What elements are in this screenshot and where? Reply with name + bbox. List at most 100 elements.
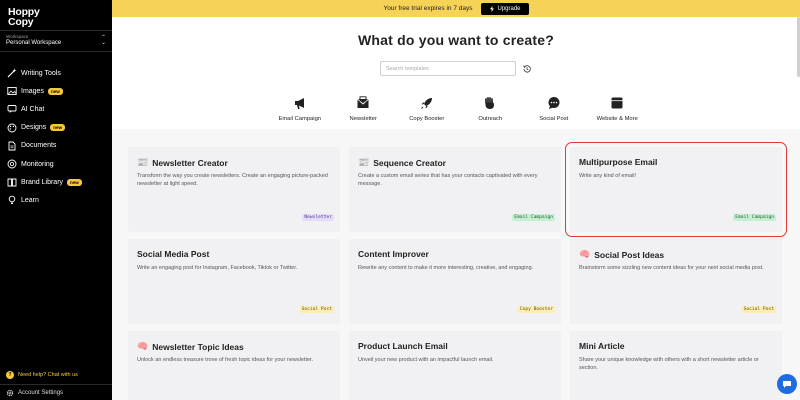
new-badge: new bbox=[47, 87, 63, 95]
tab-website-more[interactable]: Website & More bbox=[586, 96, 650, 122]
lightning-icon bbox=[489, 5, 494, 12]
card-title-text: Content Improver bbox=[358, 249, 429, 259]
card-tag: Social Post bbox=[299, 306, 334, 313]
card-tag: Newsletter bbox=[302, 214, 334, 221]
card-description: Unveil your new product with an impactfu… bbox=[358, 357, 494, 363]
sidebar-item-designs[interactable]: Designs new bbox=[0, 119, 112, 137]
history-icon[interactable] bbox=[522, 64, 532, 74]
card-title: Social Media Post bbox=[137, 249, 209, 259]
tab-label: Email Campaign bbox=[278, 116, 322, 122]
card-title: Content Improver bbox=[358, 249, 429, 259]
card-title-text: Social Post Ideas bbox=[594, 249, 665, 260]
book-icon bbox=[7, 177, 17, 187]
sidebar-item-label: Designs bbox=[21, 124, 47, 132]
sidebar-item-label: Documents bbox=[21, 142, 57, 150]
template-card-sequence-creator[interactable]: 📰 Sequence Creator Create a custom email … bbox=[349, 147, 561, 232]
template-card-multipurpose-email[interactable]: Multipurpose Email Write any kind of ema… bbox=[565, 142, 787, 237]
account-settings-button[interactable]: Account Settings bbox=[0, 384, 112, 400]
card-title-text: Newsletter Creator bbox=[152, 157, 228, 168]
tab-outreach[interactable]: Outreach bbox=[459, 96, 523, 122]
search-input[interactable] bbox=[380, 61, 516, 76]
card-title: 📰 Sequence Creator bbox=[358, 157, 446, 168]
brain-icon: 🧠 bbox=[579, 249, 591, 259]
sidebar-item-monitoring[interactable]: Monitoring bbox=[0, 155, 112, 173]
chat-bubble-icon bbox=[783, 381, 791, 388]
help-chat-link[interactable]: ? Need help? Chat with us bbox=[6, 371, 78, 379]
template-card-mini-article[interactable]: Mini Article Share your unique knowledge… bbox=[570, 331, 782, 400]
tab-email-campaign[interactable]: Email Campaign bbox=[268, 96, 332, 122]
tab-label: Copy Booster bbox=[409, 116, 445, 122]
newsletter-icon bbox=[356, 96, 370, 110]
tab-copy-booster[interactable]: Copy Booster bbox=[395, 96, 459, 122]
sidebar-item-label: AI Chat bbox=[21, 105, 45, 113]
rocket-icon bbox=[420, 96, 434, 110]
tab-label: Website & More bbox=[596, 116, 638, 122]
browser-icon bbox=[610, 96, 624, 110]
sidebar-item-brand-library[interactable]: Brand Library new bbox=[0, 173, 112, 191]
card-title-text: Newsletter Topic Ideas bbox=[152, 341, 244, 352]
new-badge: new bbox=[50, 124, 66, 132]
card-tag: Copy Booster bbox=[517, 306, 555, 313]
wand-icon bbox=[7, 68, 17, 78]
card-description: Create a custom email series that has yo… bbox=[358, 173, 538, 187]
palette-icon bbox=[7, 123, 17, 133]
category-tabs: Email Campaign Newsletter Copy Booster O… bbox=[268, 96, 649, 122]
card-description: Brainstorm some sizzling new content ide… bbox=[579, 265, 764, 271]
template-card-newsletter-creator[interactable]: 📰 Newsletter Creator Transform the way yo… bbox=[128, 147, 340, 232]
card-title-text: Sequence Creator bbox=[373, 157, 446, 168]
tab-label: Social Post bbox=[539, 116, 569, 122]
card-title-text: Social Media Post bbox=[137, 249, 210, 259]
card-title: Product Launch Email bbox=[358, 341, 448, 351]
chat-icon bbox=[7, 104, 17, 114]
chevron-updown-icon: ⌃ ⌄ bbox=[100, 35, 106, 46]
chat-support-button[interactable] bbox=[777, 374, 797, 394]
newspaper-icon: 📰 bbox=[358, 157, 370, 167]
card-title: 🧠 Social Post Ideas bbox=[579, 249, 664, 260]
sidebar-item-label: Learn bbox=[21, 196, 39, 204]
logo[interactable]: Hoppy Copy bbox=[8, 7, 40, 28]
card-title: 📰 Newsletter Creator bbox=[137, 157, 228, 168]
speech-bubble-icon bbox=[547, 96, 561, 110]
card-description: Unlock an endless treasure trove of fres… bbox=[137, 357, 314, 363]
tab-newsletter[interactable]: Newsletter bbox=[332, 96, 396, 122]
card-title: Multipurpose Email bbox=[579, 157, 657, 167]
workspace-selector[interactable]: Workspace Personal Workspace ⌃ ⌄ bbox=[0, 30, 112, 52]
question-icon: ? bbox=[6, 371, 14, 379]
hand-icon bbox=[483, 96, 497, 110]
sidebar-item-documents[interactable]: Documents bbox=[0, 137, 112, 155]
card-tag: Social Post bbox=[741, 306, 776, 313]
tab-social-post[interactable]: Social Post bbox=[522, 96, 586, 122]
new-badge: new bbox=[67, 178, 82, 186]
card-description: Transform the way you create newsletters… bbox=[137, 173, 328, 187]
card-description: Write an engaging post for Instagram, Fa… bbox=[137, 265, 298, 271]
template-card-social-post-ideas[interactable]: 🧠 Social Post Ideas Brainstorm some sizzl… bbox=[570, 239, 782, 324]
card-description: Write any kind of email! bbox=[579, 173, 637, 179]
sidebar-item-writing-tools[interactable]: Writing Tools bbox=[0, 64, 112, 82]
card-title: Mini Article bbox=[579, 341, 625, 351]
sidebar-item-label: Monitoring bbox=[21, 160, 54, 168]
card-title-text: Mini Article bbox=[579, 341, 625, 351]
logo-line2: Copy bbox=[8, 16, 34, 28]
card-title-text: Multipurpose Email bbox=[579, 157, 658, 167]
page-title: What do you want to create? bbox=[358, 32, 554, 48]
sidebar-item-learn[interactable]: Learn bbox=[0, 191, 112, 209]
trial-text: Your free trial expires in 7 days bbox=[383, 5, 473, 12]
monitor-icon bbox=[7, 159, 17, 169]
template-card-social-media-post[interactable]: Social Media Post Write an engaging post… bbox=[128, 239, 340, 324]
megaphone-icon bbox=[293, 96, 307, 110]
card-title: 🧠 Newsletter Topic Ideas bbox=[137, 341, 244, 352]
upgrade-button[interactable]: Upgrade bbox=[480, 2, 529, 15]
image-icon bbox=[7, 86, 17, 96]
tab-label: Newsletter bbox=[349, 116, 377, 122]
sidebar-item-images[interactable]: Images new bbox=[0, 82, 112, 100]
upgrade-label: Upgrade bbox=[497, 5, 521, 12]
template-card-product-launch-email[interactable]: Product Launch Email Unveil your new pro… bbox=[349, 331, 561, 400]
template-card-content-improver[interactable]: Content Improver Rewrite any content to … bbox=[349, 239, 561, 324]
template-card-newsletter-topic-ideas[interactable]: 🧠 Newsletter Topic Ideas Unlock an endles… bbox=[128, 331, 340, 400]
sidebar-item-ai-chat[interactable]: AI Chat bbox=[0, 100, 112, 118]
card-tag: Email Campaign bbox=[733, 214, 776, 221]
brain-icon: 🧠 bbox=[137, 341, 149, 351]
help-text: Need help? Chat with us bbox=[18, 372, 78, 378]
trial-banner: Your free trial expires in 7 days Upgrad… bbox=[112, 0, 800, 17]
document-icon bbox=[7, 141, 17, 151]
